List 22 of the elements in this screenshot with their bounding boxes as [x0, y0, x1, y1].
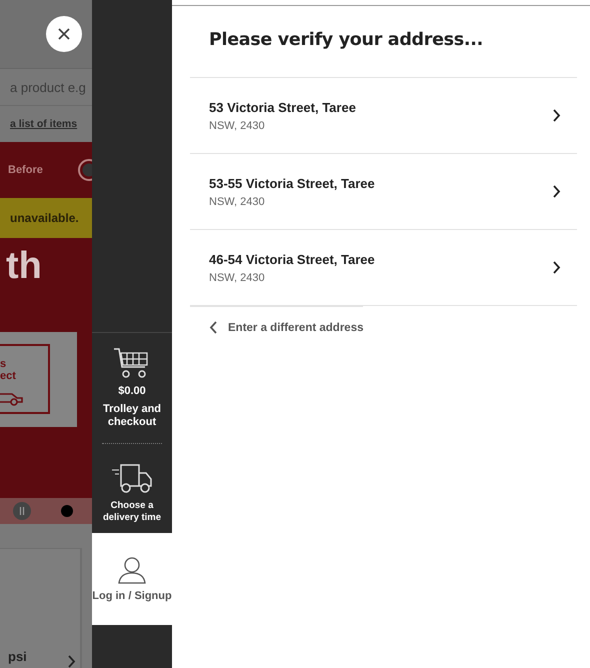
different-address-link[interactable]: Enter a different address [190, 306, 364, 334]
chevron-icon [552, 261, 561, 274]
back-chevron-icon [209, 321, 218, 334]
delivery-button[interactable]: Choose a delivery time [92, 448, 172, 534]
promo-heading: th [5, 244, 43, 289]
chevron-icon [67, 655, 76, 668]
close-icon [58, 28, 70, 40]
carousel-dot[interactable] [61, 505, 73, 517]
login-button[interactable]: Log in / Signup [92, 533, 172, 626]
notice-banner: unavailable. [0, 198, 92, 238]
user-icon [118, 556, 146, 584]
product-text: psi [8, 649, 27, 664]
truck-icon [111, 462, 153, 494]
card-text: s [0, 358, 8, 370]
pause-icon[interactable] [13, 502, 31, 520]
chevron-icon [552, 109, 561, 122]
promo-text: Before [8, 164, 43, 176]
panel-title: Please verify your address... [209, 30, 484, 50]
chevron-icon [552, 185, 561, 198]
card-text: ect [0, 370, 17, 382]
close-button[interactable] [46, 16, 82, 52]
trolley-button[interactable]: $0.00 Trolley and checkout [92, 333, 172, 440]
